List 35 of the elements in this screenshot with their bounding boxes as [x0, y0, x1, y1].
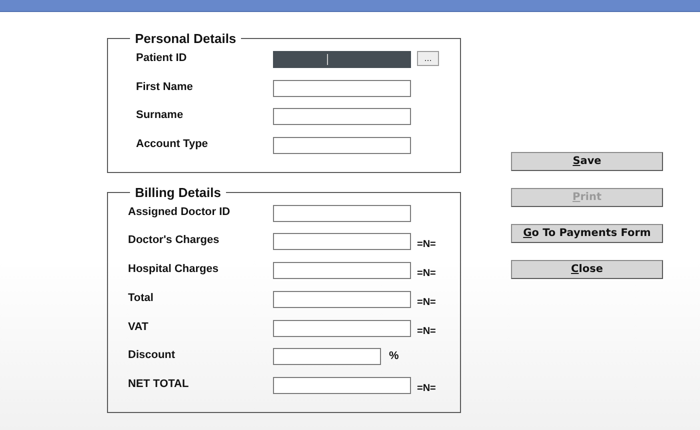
- field-label: VAT: [128, 320, 150, 334]
- input-field[interactable]: [273, 348, 381, 366]
- unit-label: =N=: [417, 239, 436, 252]
- group-title: Billing Details: [130, 184, 226, 200]
- unit-label: =N=: [417, 326, 436, 338]
- unit-label: %: [389, 350, 399, 362]
- browse-button[interactable]: ...: [417, 51, 439, 66]
- input-field[interactable]: [273, 108, 411, 126]
- input-field[interactable]: [273, 51, 411, 68]
- input-field[interactable]: [273, 80, 411, 97]
- unit-label: =N=: [417, 268, 436, 280]
- group-title: Personal Details: [130, 31, 242, 46]
- action-button[interactable]: Save: [511, 152, 663, 171]
- field-label: Account Type: [136, 137, 209, 152]
- input-field[interactable]: [273, 262, 411, 280]
- field-label: NET TOTAL: [128, 376, 190, 391]
- unit-label: =N=: [417, 296, 436, 309]
- field-label: Discount: [128, 348, 176, 362]
- input-field[interactable]: [273, 376, 411, 394]
- field-label: Hospital Charges: [128, 262, 220, 276]
- field-label: Total: [128, 290, 154, 305]
- field-label: First Name: [136, 80, 194, 94]
- field-label: Patient ID: [136, 51, 188, 65]
- action-button[interactable]: Close: [511, 260, 663, 279]
- field-label: Assigned Doctor ID: [128, 204, 232, 219]
- unit-label: =N=: [417, 382, 436, 395]
- input-field[interactable]: [273, 290, 411, 308]
- input-field[interactable]: [273, 137, 411, 154]
- action-button: Print: [511, 188, 663, 207]
- input-field[interactable]: [273, 320, 411, 336]
- field-label: Surname: [136, 108, 184, 122]
- action-button[interactable]: Go To Payments Form: [511, 224, 663, 243]
- field-label: Doctor's Charges: [128, 233, 220, 248]
- input-field[interactable]: [273, 233, 411, 250]
- input-field[interactable]: [273, 204, 411, 222]
